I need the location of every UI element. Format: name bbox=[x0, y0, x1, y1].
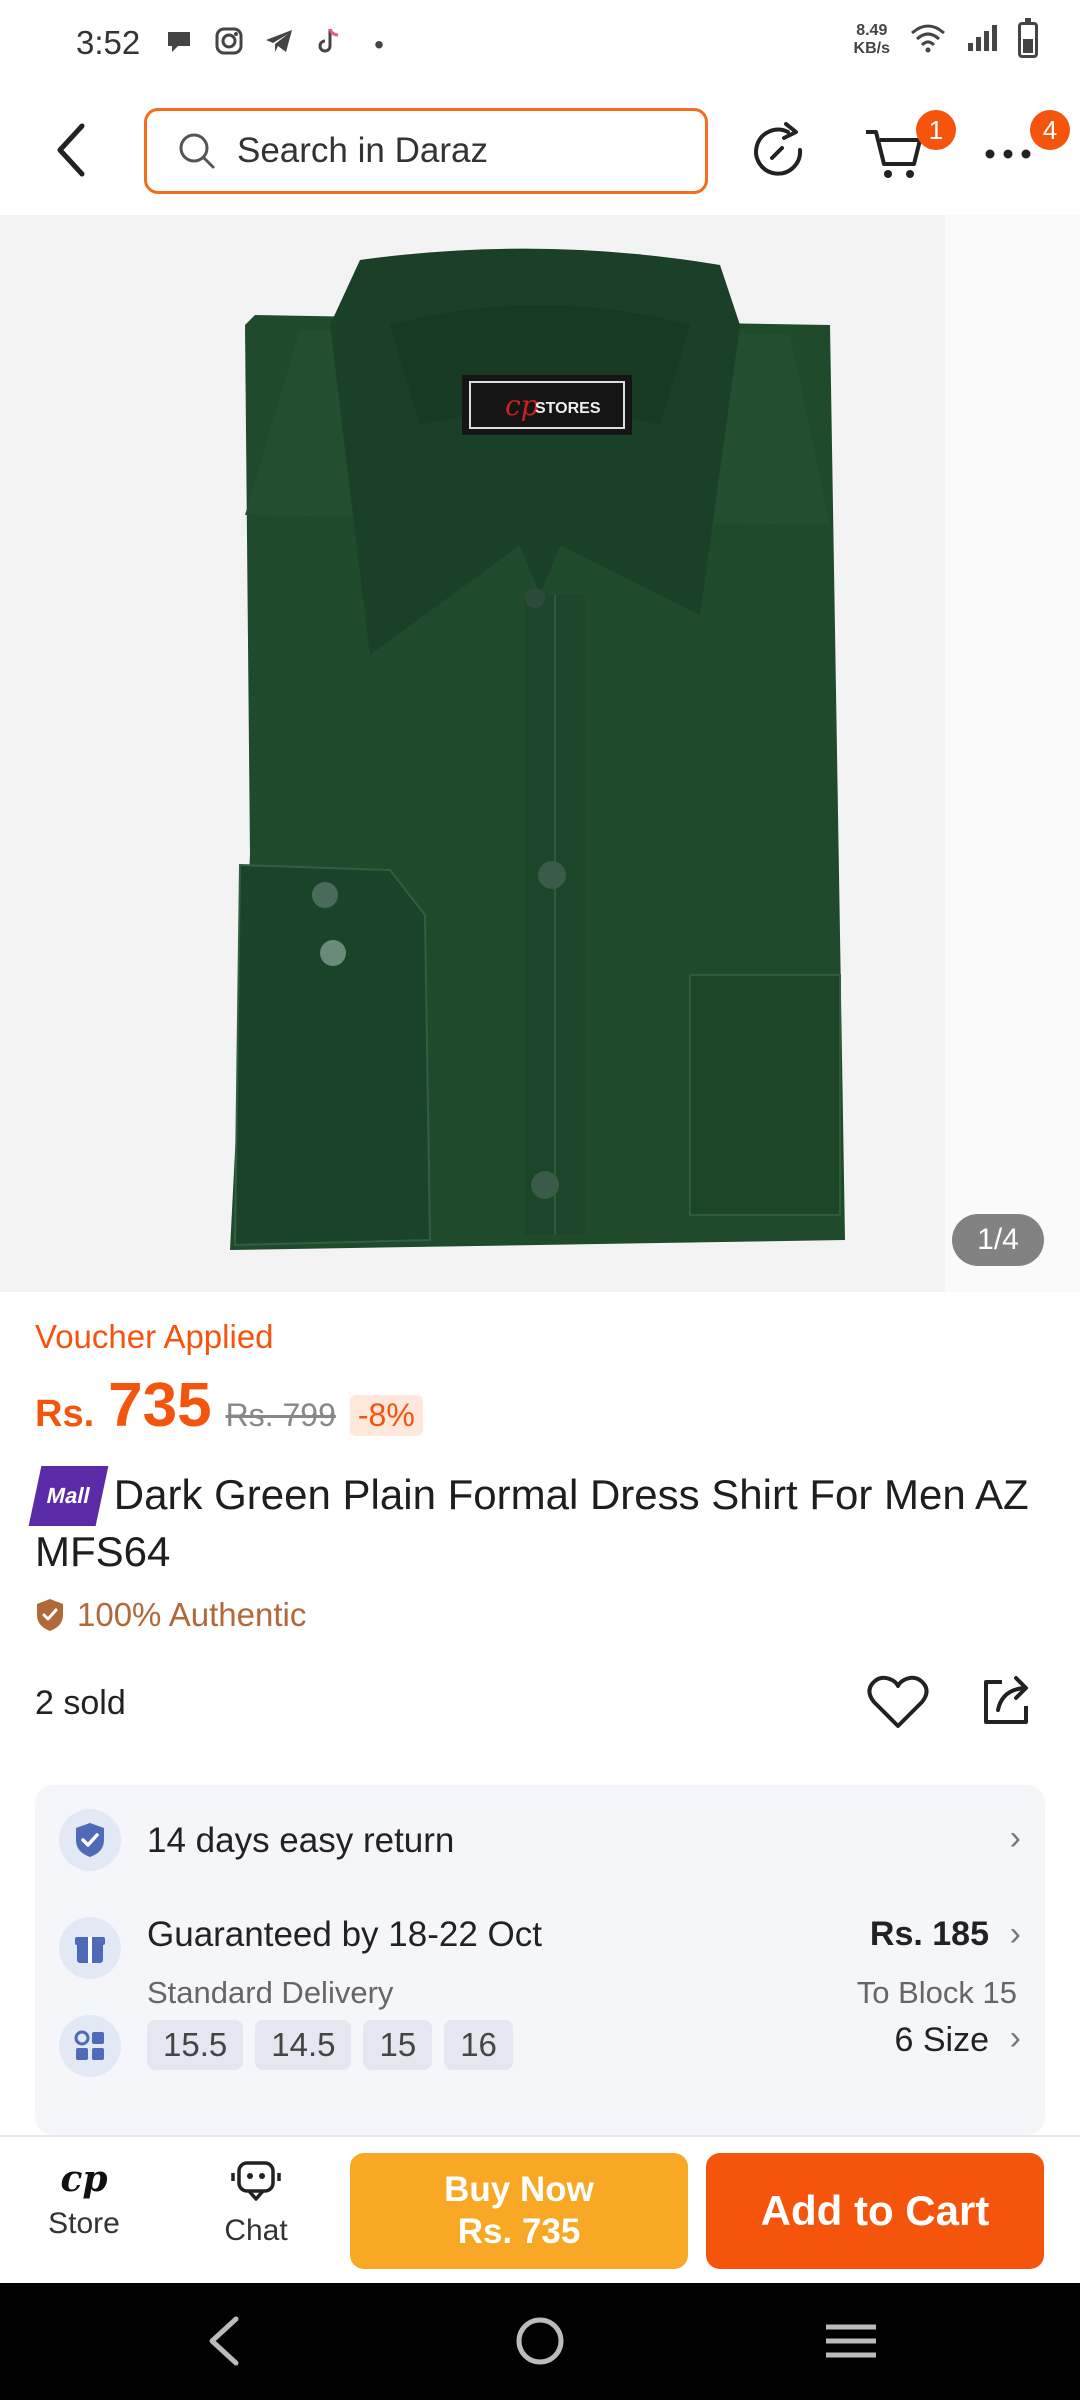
chat-label: Chat bbox=[224, 2214, 288, 2247]
discount-badge: -8% bbox=[349, 1395, 423, 1436]
android-navigation-bar bbox=[0, 2283, 1080, 2400]
size-chip[interactable]: 15.5 bbox=[147, 2020, 244, 2070]
delivery-title: Guaranteed by 18-22 Oct bbox=[147, 1915, 542, 1954]
net-speed: 8.49 KB/s bbox=[853, 22, 890, 57]
nav-home-icon[interactable] bbox=[516, 2317, 564, 2365]
back-arrow-icon bbox=[57, 123, 85, 177]
shirt-image: cp STORES bbox=[0, 215, 1080, 1292]
tiktok-icon bbox=[312, 26, 346, 63]
price: 735 bbox=[108, 1371, 212, 1440]
cart-badge: 1 bbox=[916, 110, 956, 150]
share-icon bbox=[984, 1676, 1028, 1724]
nav-recents-icon[interactable] bbox=[826, 2324, 876, 2358]
buy-now-label: Buy Now bbox=[444, 2170, 594, 2209]
return-policy-row[interactable]: 14 days easy return › bbox=[35, 1785, 1045, 1895]
size-count: 6 Size bbox=[894, 2021, 990, 2059]
return-policy-text: 14 days easy return bbox=[147, 1821, 455, 1860]
bottom-action-bar: cp Store Chat Buy Now Rs. 735 Add to Car… bbox=[0, 2135, 1080, 2283]
service-card: 14 days easy return › Guaranteed by 18-2… bbox=[35, 1785, 1045, 2135]
wishlist-button[interactable] bbox=[866, 1672, 930, 1732]
chevron-right-icon: › bbox=[1009, 2019, 1021, 2057]
delivery-fee: Rs. 185 bbox=[869, 1915, 989, 1953]
chevron-right-icon: › bbox=[1009, 1819, 1021, 1857]
telegram-icon bbox=[262, 26, 296, 63]
shield-check-icon bbox=[37, 1599, 63, 1631]
voucher-label: Voucher Applied bbox=[35, 1318, 274, 1355]
authentic-label[interactable]: 100% Authentic bbox=[35, 1596, 306, 1634]
search-icon bbox=[179, 133, 215, 169]
size-chip[interactable]: 16 bbox=[444, 2020, 513, 2070]
old-price: Rs. 799 bbox=[225, 1397, 336, 1433]
heart-icon bbox=[867, 1675, 929, 1728]
return-shield-icon bbox=[59, 1809, 121, 1871]
notification-dot: • bbox=[374, 28, 384, 60]
product-image-gallery[interactable]: cp STORES 1/4 bbox=[0, 215, 1080, 1292]
history-button[interactable] bbox=[748, 120, 812, 184]
status-bar: 3:52 • 8.49 KB/s bbox=[0, 0, 1080, 90]
search-input[interactable]: Search in Daraz bbox=[144, 108, 708, 194]
delivery-box-icon bbox=[59, 1917, 121, 1979]
chat-button[interactable]: Chat bbox=[198, 2157, 314, 2248]
search-placeholder: Search in Daraz bbox=[237, 131, 488, 170]
battery-icon bbox=[1018, 18, 1038, 58]
share-button[interactable] bbox=[978, 1672, 1036, 1730]
sold-count: 2 sold bbox=[35, 1684, 126, 1722]
size-chip[interactable]: 14.5 bbox=[255, 2020, 352, 2070]
svg-text:cp: cp bbox=[505, 389, 539, 422]
delivery-type: Standard Delivery bbox=[147, 1975, 394, 2010]
chevron-right-icon: › bbox=[1009, 1915, 1021, 1953]
signal-icon bbox=[966, 23, 998, 58]
price-row: Rs. 735 Rs. 799 -8% bbox=[35, 1370, 423, 1441]
wifi-icon bbox=[910, 23, 946, 58]
refresh-icon bbox=[754, 122, 803, 176]
size-chip[interactable]: 15 bbox=[363, 2020, 433, 2070]
delivery-location: To Block 15 bbox=[856, 1975, 1017, 2010]
size-grid-icon bbox=[59, 2015, 121, 2077]
nav-back-icon[interactable] bbox=[209, 2316, 239, 2366]
image-counter: 1/4 bbox=[952, 1214, 1044, 1266]
instagram-icon bbox=[212, 26, 246, 63]
back-button[interactable] bbox=[48, 120, 98, 180]
buy-now-button[interactable]: Buy Now Rs. 735 bbox=[350, 2153, 688, 2269]
store-logo-icon: cp bbox=[60, 2158, 108, 2200]
mall-badge: Mall bbox=[28, 1466, 109, 1526]
size-chips: 15.5 14.5 15 16 bbox=[147, 2020, 513, 2070]
chat-bot-icon bbox=[231, 2161, 281, 2201]
notification-icons: • bbox=[162, 26, 396, 63]
delivery-row[interactable]: Guaranteed by 18-22 Oct Standard Deliver… bbox=[35, 1895, 1045, 2015]
product-title: Dark Green Plain Formal Dress Shirt For … bbox=[35, 1471, 1029, 1575]
currency: Rs. bbox=[35, 1393, 95, 1435]
svg-text:STORES: STORES bbox=[535, 400, 601, 417]
product-title-block: Mall Dark Green Plain Formal Dress Shirt … bbox=[28, 1466, 1045, 1578]
system-status: 8.49 KB/s bbox=[853, 18, 1038, 58]
buy-now-price: Rs. 735 bbox=[457, 2212, 581, 2251]
add-to-cart-button[interactable]: Add to Cart bbox=[706, 2153, 1044, 2269]
store-button[interactable]: cp Store bbox=[26, 2157, 142, 2241]
status-time: 3:52 bbox=[76, 24, 141, 61]
more-badge: 4 bbox=[1030, 110, 1070, 150]
store-label: Store bbox=[48, 2207, 120, 2240]
top-bar: Search in Daraz 1 4 bbox=[0, 90, 1080, 215]
chat-bubble-icon bbox=[162, 26, 196, 63]
